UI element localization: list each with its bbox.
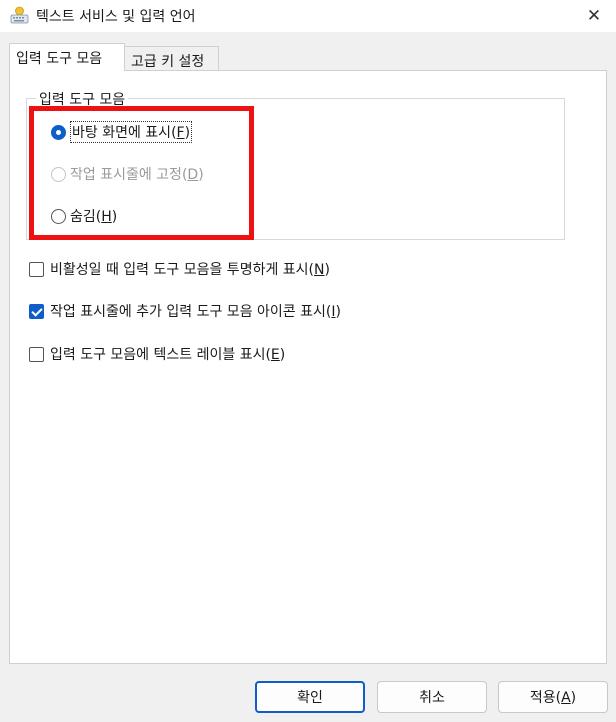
close-button[interactable]: ✕ xyxy=(578,2,610,30)
apply-button[interactable]: 적용(A) xyxy=(498,681,608,713)
checkbox-label: 입력 도구 모음에 텍스트 레이블 표시(E) xyxy=(50,347,286,363)
checkbox-label: 작업 표시줄에 추가 입력 도구 모음 아이콘 표시(I) xyxy=(50,304,341,320)
checkbox-show-text-labels[interactable]: 입력 도구 모음에 텍스트 레이블 표시(E) xyxy=(29,344,285,364)
checkbox[interactable] xyxy=(29,346,44,362)
ok-button[interactable]: 확인 xyxy=(255,681,365,713)
tab-label: 고급 키 설정 xyxy=(131,54,205,70)
window-title: 텍스트 서비스 및 입력 언어 xyxy=(36,9,196,25)
tab-label: 입력 도구 모음 xyxy=(16,51,103,67)
cancel-button[interactable]: 취소 xyxy=(377,681,487,713)
checkbox-label: 비활성일 때 입력 도구 모음을 투명하게 표시(N) xyxy=(50,262,330,278)
highlight-box xyxy=(29,106,254,240)
ok-button-label: 확인 xyxy=(297,690,323,706)
checkbox-transparent-when-inactive[interactable]: 비활성일 때 입력 도구 모음을 투명하게 표시(N) xyxy=(29,259,330,279)
tab-language-bar[interactable]: 입력 도구 모음 xyxy=(9,43,125,71)
apply-button-label: 적용(A) xyxy=(529,690,577,706)
title-bar: 텍스트 서비스 및 입력 언어 ✕ xyxy=(0,0,616,32)
checkbox[interactable] xyxy=(29,261,44,277)
cancel-button-label: 취소 xyxy=(419,690,445,706)
checkbox-additional-taskbar-icons[interactable]: 작업 표시줄에 추가 입력 도구 모음 아이콘 표시(I) xyxy=(29,301,341,321)
keyboard-app-icon xyxy=(10,6,29,25)
tab-advanced-key-settings[interactable]: 고급 키 설정 xyxy=(124,46,219,71)
close-icon: ✕ xyxy=(586,6,602,26)
checkbox[interactable] xyxy=(29,303,44,319)
